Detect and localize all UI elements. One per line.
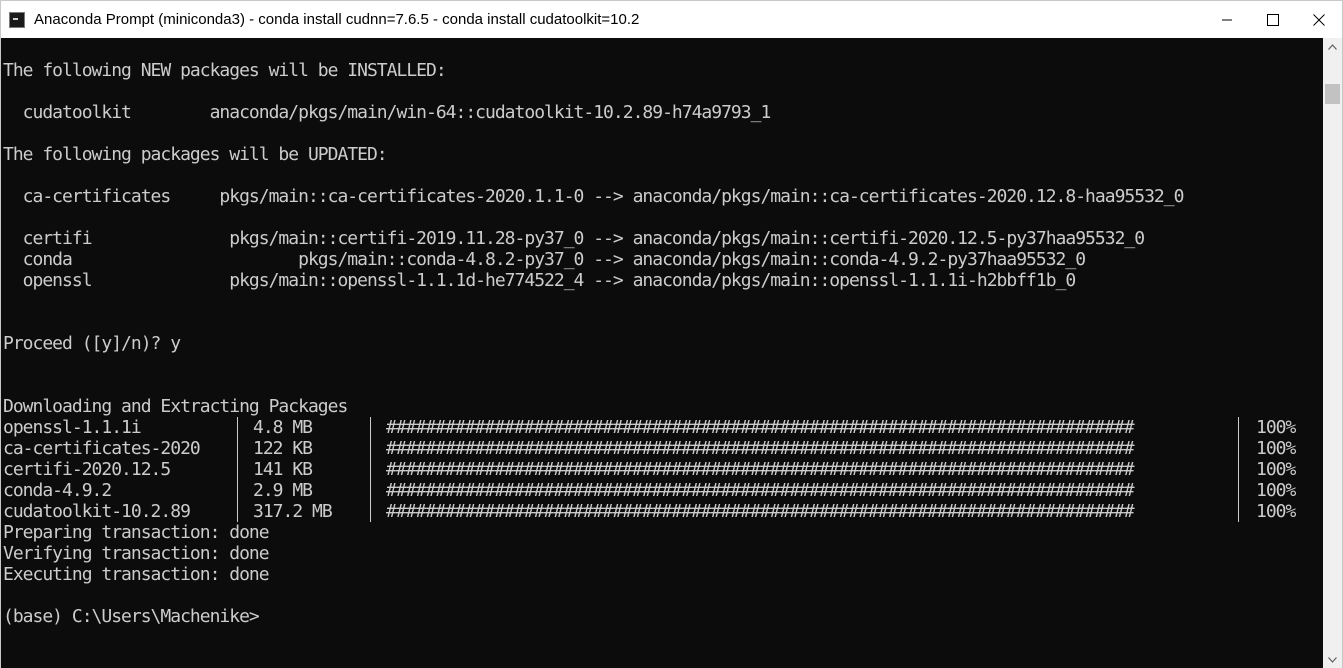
terminal-line: The following NEW packages will be INSTA… [3, 60, 447, 81]
terminal-line: cudatoolkit anaconda/pkgs/main/win-64::c… [3, 102, 772, 123]
window-controls [1204, 1, 1342, 38]
vertical-scrollbar[interactable] [1323, 38, 1342, 668]
download-progress-bar: ########################################… [386, 438, 1135, 459]
download-progress-bar: ########################################… [386, 417, 1135, 438]
scrollbar-thumb[interactable] [1325, 84, 1340, 104]
terminal-line: Preparing transaction: done [3, 522, 270, 543]
terminal-line: (base) C:\Users\Machenike> [3, 606, 260, 627]
column-separator [237, 501, 238, 522]
minimize-button[interactable] [1204, 1, 1250, 38]
download-package-name: openssl-1.1.1i [3, 417, 142, 438]
column-separator [237, 438, 238, 459]
download-percent: 100% [1256, 501, 1296, 522]
chevron-up-icon [1328, 43, 1337, 50]
terminal-line: Executing transaction: done [3, 564, 270, 585]
download-package-name: cudatoolkit-10.2.89 [3, 501, 191, 522]
download-package-name: certifi-2020.12.5 [3, 459, 171, 480]
download-progress-bar: ########################################… [386, 501, 1135, 522]
download-row: certifi-2020.12.5 141 KB #################… [3, 459, 1296, 480]
download-progress-bar: ########################################… [386, 480, 1135, 501]
terminal-line: Proceed ([y]/n)? y [3, 333, 181, 354]
download-size: 141 KB [253, 459, 313, 480]
terminal-line: Downloading and Extracting Packages [3, 396, 348, 417]
column-separator [1238, 480, 1239, 501]
download-percent: 100% [1256, 438, 1296, 459]
close-button[interactable] [1296, 1, 1342, 38]
download-package-name: ca-certificates-2020 [3, 438, 201, 459]
column-separator [237, 480, 238, 501]
download-row: cudatoolkit-10.2.89 317.2 MB #############… [3, 501, 1296, 522]
download-size: 2.9 MB [253, 480, 313, 501]
download-progress-bar: ########################################… [386, 459, 1135, 480]
download-percent: 100% [1256, 417, 1296, 438]
console-window: Anaconda Prompt (miniconda3) - conda ins… [0, 0, 1343, 668]
terminal-line: The following packages will be UPDATED: [3, 144, 388, 165]
terminal-line: Verifying transaction: done [3, 543, 270, 564]
column-separator [370, 501, 371, 522]
terminal-line: ca-certificates pkgs/main::ca-certificat… [3, 186, 1185, 207]
column-separator [1238, 501, 1239, 522]
download-package-name: conda-4.9.2 [3, 480, 112, 501]
terminal-output[interactable]: The following NEW packages will be INSTA… [1, 38, 1323, 668]
minimize-icon [1222, 19, 1232, 20]
scroll-down-button[interactable] [1323, 651, 1342, 668]
terminal-text: The following NEW packages will be INSTA… [3, 60, 1296, 627]
window-title: Anaconda Prompt (miniconda3) - conda ins… [34, 11, 640, 28]
download-percent: 100% [1256, 480, 1296, 501]
column-separator [237, 459, 238, 480]
column-separator [1238, 417, 1239, 438]
download-row: conda-4.9.2 2.9 MB #######################… [3, 480, 1296, 501]
download-row: openssl-1.1.1i 4.8 MB ####################… [3, 417, 1296, 438]
download-size: 317.2 MB [253, 501, 333, 522]
close-icon [1313, 13, 1325, 26]
column-separator [1238, 459, 1239, 480]
column-separator [237, 417, 238, 438]
download-size: 4.8 MB [253, 417, 313, 438]
column-separator [370, 480, 371, 501]
maximize-icon [1267, 13, 1279, 26]
column-separator [370, 438, 371, 459]
terminal-line: openssl pkgs/main::openssl-1.1.1d-he7745… [3, 270, 1077, 291]
terminal-line: certifi pkgs/main::certifi-2019.11.28-py… [3, 228, 1145, 249]
column-separator [370, 459, 371, 480]
terminal-line: conda pkgs/main::conda-4.8.2-py37_0 --> … [3, 249, 1086, 270]
column-separator [370, 417, 371, 438]
download-percent: 100% [1256, 459, 1296, 480]
scroll-up-button[interactable] [1323, 38, 1342, 55]
chevron-down-icon [1328, 656, 1337, 663]
column-separator [1238, 438, 1239, 459]
title-bar[interactable]: Anaconda Prompt (miniconda3) - conda ins… [1, 1, 1342, 38]
terminal-icon [9, 11, 25, 28]
download-row: ca-certificates-2020 122 KB ##############… [3, 438, 1296, 459]
maximize-button[interactable] [1250, 1, 1296, 38]
download-size: 122 KB [253, 438, 313, 459]
